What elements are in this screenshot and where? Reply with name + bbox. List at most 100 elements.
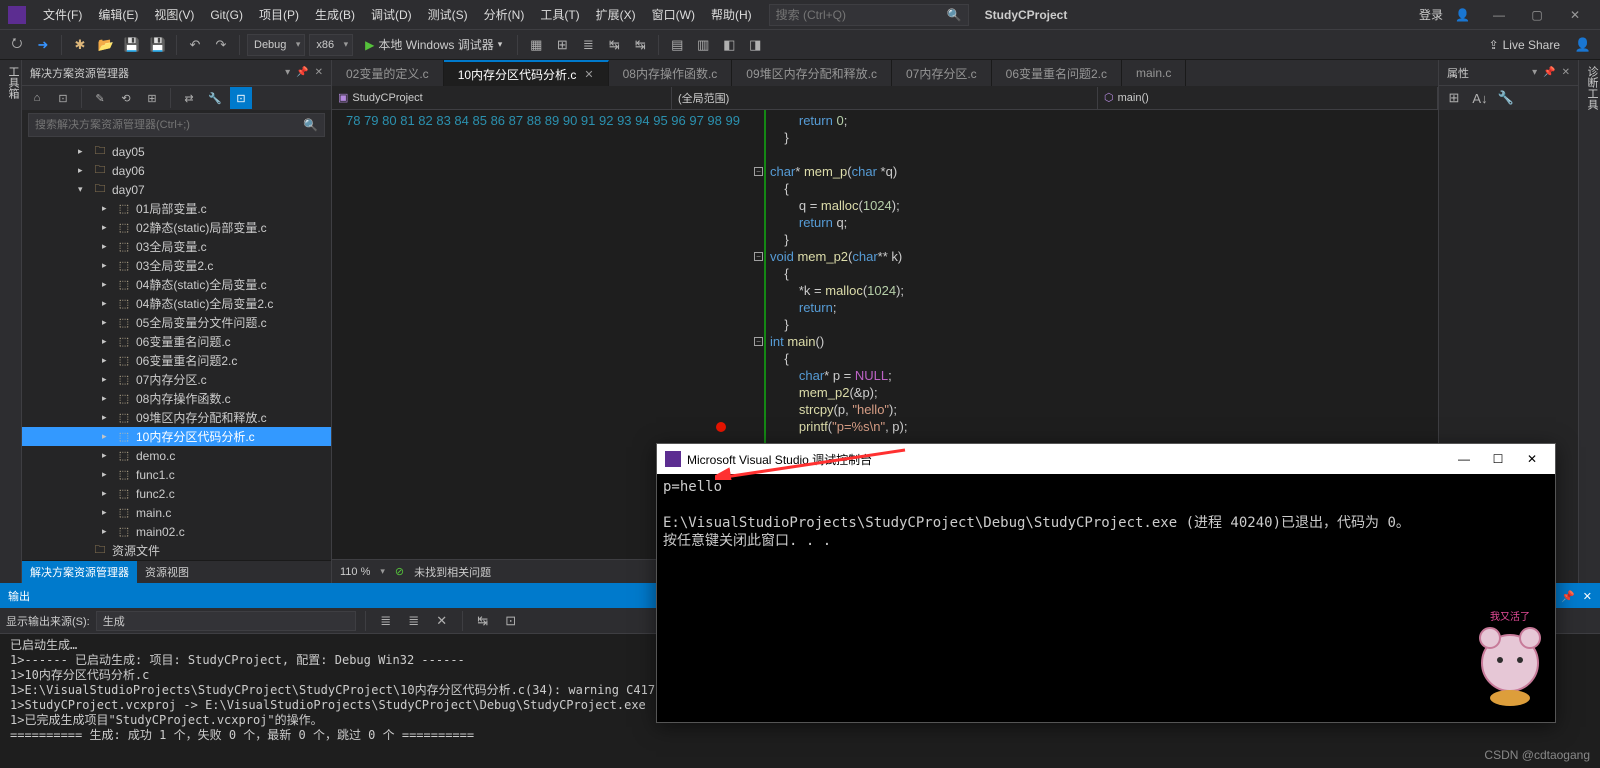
solution-search[interactable]: 🔍	[28, 113, 325, 137]
login-link[interactable]: 登录	[1419, 6, 1443, 23]
tree-file[interactable]: ▸⬚05全局变量分文件问题.c	[22, 313, 331, 332]
editor-tab[interactable]: 08内存操作函数.c	[609, 60, 733, 86]
menu-item[interactable]: 视图(V)	[147, 2, 201, 27]
menu-item[interactable]: 扩展(X)	[589, 2, 643, 27]
tree-file[interactable]: ▸⬚main02.c	[22, 522, 331, 541]
tb-icon-5[interactable]: ↹	[629, 34, 651, 56]
user-icon[interactable]: 👤	[1455, 8, 1470, 22]
right-rail-diagnostics[interactable]: 诊断工具	[1578, 60, 1600, 583]
dropdown-icon[interactable]: ▾	[285, 67, 290, 78]
sln-btn-3[interactable]: ⊞	[141, 87, 163, 109]
breakpoint-icon[interactable]	[716, 422, 726, 432]
tb-icon-3[interactable]: ≣	[577, 34, 599, 56]
tree-folder[interactable]: ▸🗀day06	[22, 161, 331, 180]
tree-file[interactable]: ▸⬚demo.c	[22, 446, 331, 465]
sln-btn-5[interactable]: ⊡	[230, 87, 252, 109]
solution-search-input[interactable]	[35, 119, 303, 131]
console-maximize[interactable]: ☐	[1483, 452, 1513, 466]
editor-tab[interactable]: 07内存分区.c	[892, 60, 992, 86]
code-line[interactable]: mem_p2(&p);	[750, 384, 1438, 401]
config-combo[interactable]: Debug	[247, 34, 305, 56]
code-line[interactable]: return;	[750, 299, 1438, 316]
pin-icon[interactable]: 📌	[1561, 590, 1575, 603]
menu-item[interactable]: 项目(P)	[252, 2, 306, 27]
tree-file[interactable]: ▸⬚02静态(static)局部变量.c	[22, 218, 331, 237]
editor-tab[interactable]: 09堆区内存分配和释放.c	[732, 60, 892, 86]
tree-folder[interactable]: ▸🗀day05	[22, 142, 331, 161]
editor-tab[interactable]: 06变量重名问题2.c	[992, 60, 1122, 86]
tree-file[interactable]: ▸⬚main.c	[22, 503, 331, 522]
code-line[interactable]: −char* mem_p(char *q)	[750, 163, 1438, 180]
tree-file[interactable]: ▸⬚06变量重名问题.c	[22, 332, 331, 351]
props-cat-icon[interactable]: ⊞	[1443, 87, 1465, 109]
pin-icon[interactable]: 📌	[1543, 67, 1555, 78]
tree-file[interactable]: ▸⬚10内存分区代码分析.c	[22, 427, 331, 446]
out-btn-1[interactable]: ≣	[375, 610, 397, 632]
close-panel-icon[interactable]: ✕	[315, 67, 323, 78]
close-panel-icon[interactable]: ✕	[1583, 590, 1592, 603]
console-close[interactable]: ✕	[1517, 452, 1547, 466]
code-line[interactable]: printf("p=%s\n", p);	[750, 418, 1438, 435]
code-line[interactable]: strcpy(p, "hello");	[750, 401, 1438, 418]
nav-project[interactable]: ▣StudyCProject	[332, 87, 672, 109]
tree-file[interactable]: ▸⬚07内存分区.c	[22, 370, 331, 389]
menu-item[interactable]: 生成(B)	[308, 2, 362, 27]
global-search-input[interactable]	[776, 8, 947, 22]
menu-item[interactable]: 测试(S)	[421, 2, 475, 27]
home-icon[interactable]: ⌂	[26, 87, 48, 109]
close-tab-icon[interactable]: ✕	[584, 68, 593, 81]
pin-icon[interactable]: 📌	[296, 67, 308, 78]
fold-icon[interactable]: −	[754, 252, 763, 261]
code-line[interactable]: {	[750, 350, 1438, 367]
tb-icon-8[interactable]: ◧	[718, 34, 740, 56]
tb-icon-1[interactable]: ▦	[525, 34, 547, 56]
new-project-button[interactable]: ✱	[69, 34, 91, 56]
tree-file[interactable]: ▸⬚func1.c	[22, 465, 331, 484]
editor-tab[interactable]: 10内存分区代码分析.c✕	[444, 60, 609, 86]
redo-button[interactable]: ↷	[210, 34, 232, 56]
minimize-button[interactable]: —	[1482, 3, 1516, 27]
save-button[interactable]: 💾	[121, 34, 143, 56]
code-line[interactable]: {	[750, 265, 1438, 282]
editor-tab[interactable]: 02变量的定义.c	[332, 60, 444, 86]
menu-item[interactable]: 文件(F)	[36, 2, 89, 27]
tree-file[interactable]: ▸⬚08内存操作函数.c	[22, 389, 331, 408]
tb-icon-9[interactable]: ◨	[744, 34, 766, 56]
wrench-icon[interactable]: 🔧	[204, 87, 226, 109]
tree-file[interactable]: ▸⬚01局部变量.c	[22, 199, 331, 218]
code-line[interactable]: char* p = NULL;	[750, 367, 1438, 384]
code-line[interactable]: q = malloc(1024);	[750, 197, 1438, 214]
fold-icon[interactable]: −	[754, 337, 763, 346]
console-minimize[interactable]: —	[1449, 452, 1479, 466]
out-btn-2[interactable]: ≣	[403, 610, 425, 632]
platform-combo[interactable]: x86	[309, 34, 353, 56]
out-btn-5[interactable]: ⊡	[500, 610, 522, 632]
code-line[interactable]: }	[750, 129, 1438, 146]
tree-file[interactable]: ▸⬚06变量重名问题2.c	[22, 351, 331, 370]
out-btn-4[interactable]: ↹	[472, 610, 494, 632]
save-all-button[interactable]: 💾	[147, 34, 169, 56]
back-button[interactable]: ⭮	[6, 34, 28, 56]
output-source-combo[interactable]: 生成	[96, 611, 356, 631]
nav-scope[interactable]: (全局范围)	[672, 87, 1098, 109]
maximize-button[interactable]: ▢	[1520, 3, 1554, 27]
menu-item[interactable]: 调试(D)	[364, 2, 419, 27]
code-line[interactable]	[750, 146, 1438, 163]
account-icon[interactable]: 👤	[1572, 34, 1594, 56]
global-search[interactable]: 🔍	[769, 4, 969, 26]
sln-btn-1[interactable]: ⊡	[52, 87, 74, 109]
refresh-icon[interactable]: ⟲	[115, 87, 137, 109]
undo-button[interactable]: ↶	[184, 34, 206, 56]
menu-item[interactable]: 编辑(E)	[91, 2, 145, 27]
tb-icon-4[interactable]: ↹	[603, 34, 625, 56]
live-share-button[interactable]: ⇪ Live Share	[1481, 38, 1568, 52]
fold-icon[interactable]: −	[754, 167, 763, 176]
code-line[interactable]: return q;	[750, 214, 1438, 231]
tree-file[interactable]: ▸⬚04静态(static)全局变量.c	[22, 275, 331, 294]
code-line[interactable]: {	[750, 180, 1438, 197]
props-az-icon[interactable]: A↓	[1469, 87, 1491, 109]
menu-item[interactable]: Git(G)	[203, 4, 250, 26]
sln-btn-4[interactable]: ⇄	[178, 87, 200, 109]
open-file-button[interactable]: 📂	[95, 34, 117, 56]
tree-file[interactable]: ▸⬚03全局变量2.c	[22, 256, 331, 275]
